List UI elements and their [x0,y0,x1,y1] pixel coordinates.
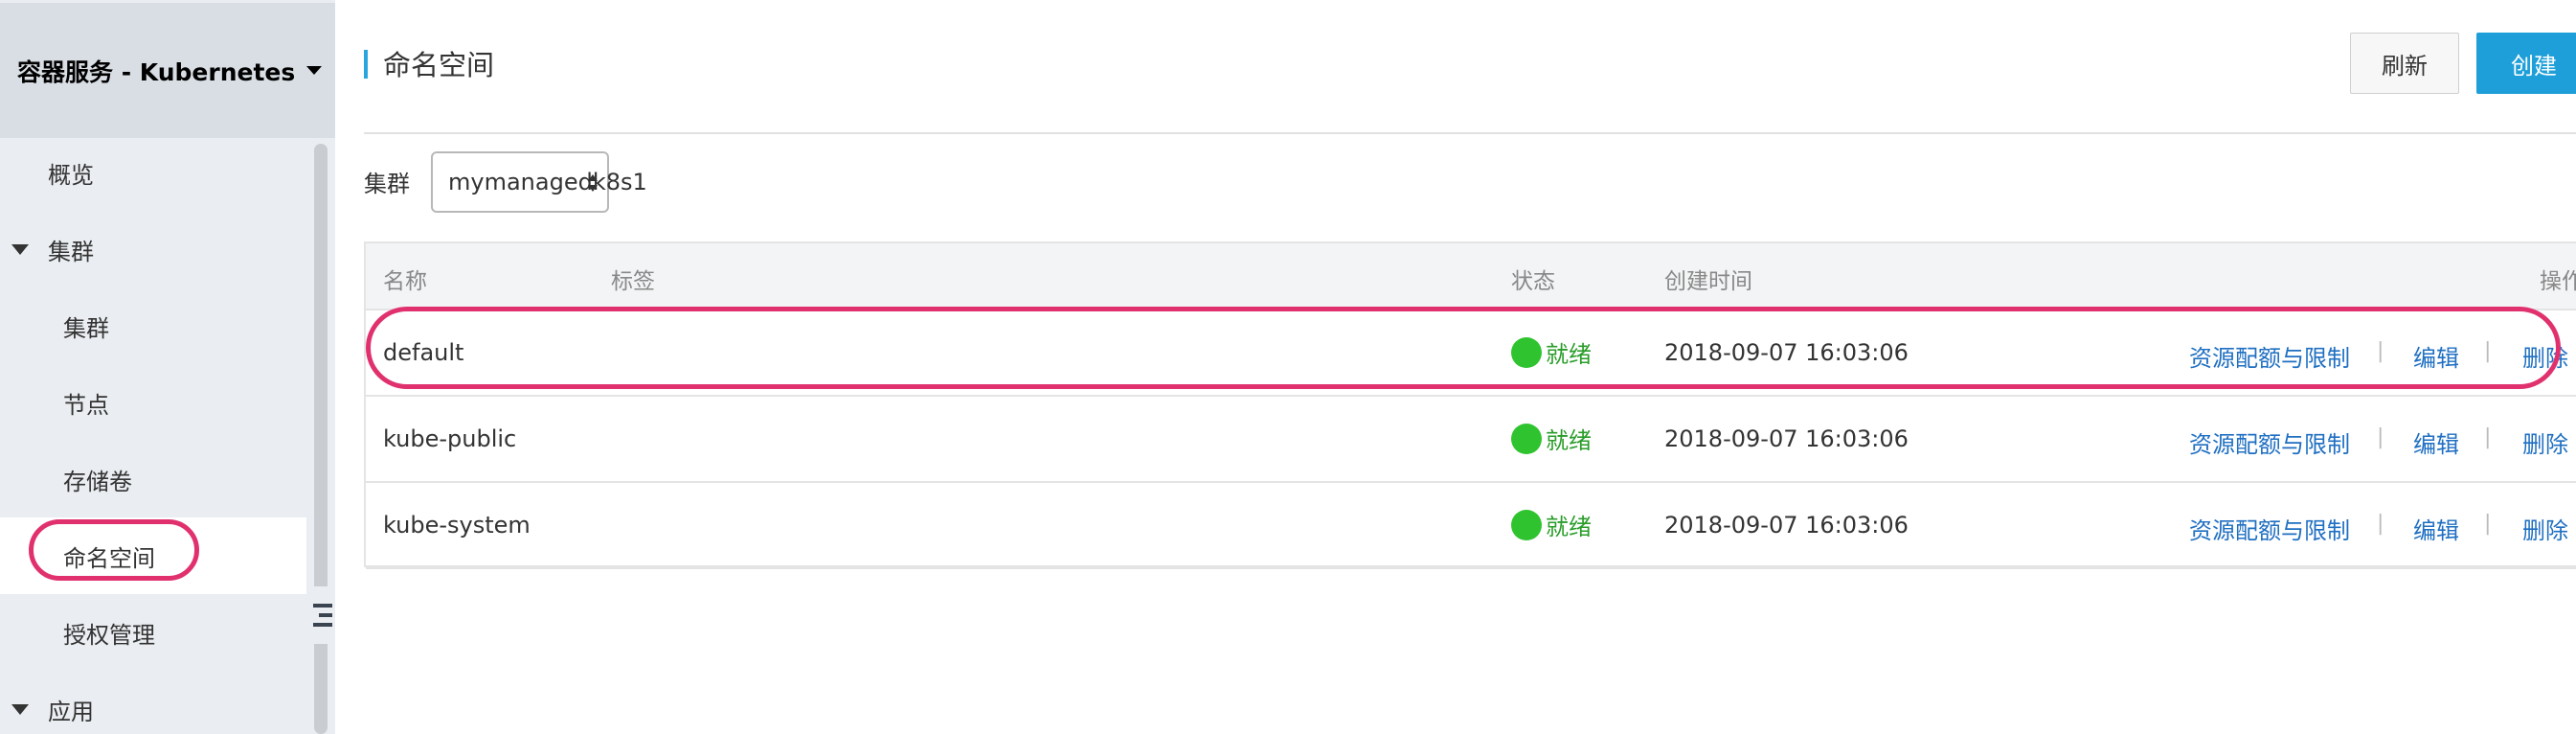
namespace-name: kube-system [383,512,531,539]
column-header-created: 创建时间 [1664,269,1752,294]
edit-link[interactable]: 编辑 [2413,425,2459,459]
cluster-filter-label: 集群 [364,171,410,197]
sidebar-item-nodes[interactable]: 节点 [0,364,306,441]
quota-link[interactable]: 资源配额与限制 [2189,425,2350,459]
sidebar-item-label: 应用 [48,698,94,725]
namespace-table: 名称 标签 状态 创建时间 操作 default 就绪 2018-09-07 1… [364,241,2576,569]
sidebar-collapse-button[interactable] [308,586,335,644]
main-content: 命名空间 刷新 创建 集群 mymanagedk8s1 名称 标签 状态 创建时… [335,0,2576,734]
divider [364,132,2576,134]
cluster-select-value: mymanagedk8s1 [448,169,647,195]
sidebar-item-overview[interactable]: 概览 [0,134,306,211]
action-separator: | [2377,512,2384,536]
status-dot-icon [1511,509,1542,540]
sidebar-item-label: 集群 [63,314,109,342]
table-row: kube-public 就绪 2018-09-07 16:03:06 资源配额与… [366,397,2576,483]
created-time: 2018-09-07 16:03:06 [1664,339,1909,366]
status-text: 就绪 [1546,341,1592,368]
refresh-button[interactable]: 刷新 [2350,33,2459,94]
sidebar-item-label: 命名空间 [63,544,155,572]
table-header: 名称 标签 状态 创建时间 操作 [366,243,2576,310]
action-separator: | [2484,339,2492,363]
sidebar-group-apps[interactable]: 应用 [0,671,306,734]
collapse-menu-icon [313,604,332,627]
column-header-name: 名称 [383,269,427,294]
caret-down-icon [11,703,29,715]
created-time: 2018-09-07 16:03:06 [1664,425,1909,452]
edit-link[interactable]: 编辑 [2413,339,2459,373]
page-title: 命名空间 [383,49,495,81]
sidebar-item-clusters[interactable]: 集群 [0,287,306,364]
action-separator: | [2484,512,2492,536]
column-header-actions: 操作 [2540,269,2576,294]
quota-link[interactable]: 资源配额与限制 [2189,339,2350,373]
namespace-name: default [383,339,464,366]
quota-link[interactable]: 资源配额与限制 [2189,512,2350,545]
column-header-status: 状态 [1511,269,1555,294]
delete-link[interactable]: 删除 [2522,425,2568,459]
sidebar: 容器服务 - Kubernetes 概览 集群 集群 节点 存储卷 命名空间 授… [0,0,335,734]
table-row: kube-system 就绪 2018-09-07 16:03:06 资源配额与… [366,483,2576,569]
title-accent-bar [364,50,368,79]
create-button[interactable]: 创建 [2476,33,2576,94]
sidebar-group-clusters[interactable]: 集群 [0,211,306,287]
product-switcher[interactable]: 容器服务 - Kubernetes [0,3,335,138]
status-dot-icon [1511,336,1542,368]
status-text: 就绪 [1546,514,1592,540]
sidebar-item-label: 集群 [48,238,94,265]
column-header-labels: 标签 [611,269,655,294]
cluster-select[interactable]: mymanagedk8s1 [431,151,647,213]
table-row: default 就绪 2018-09-07 16:03:06 资源配额与限制 |… [366,310,2576,397]
delete-link[interactable]: 删除 [2522,512,2568,545]
product-title: 容器服务 - Kubernetes [17,57,296,86]
status-badge: 就绪 [1511,422,1592,455]
edit-link[interactable]: 编辑 [2413,512,2459,545]
status-text: 就绪 [1546,427,1592,454]
sidebar-item-authorization[interactable]: 授权管理 [0,594,306,671]
select-arrows-icon [588,174,598,194]
created-time: 2018-09-07 16:03:06 [1664,512,1909,539]
sidebar-item-volumes[interactable]: 存储卷 [0,441,306,517]
action-separator: | [2484,425,2492,449]
sidebar-item-label: 存储卷 [63,468,132,495]
caret-down-icon [306,66,323,75]
status-badge: 就绪 [1511,335,1592,369]
caret-down-icon [11,243,29,255]
sidebar-scrollbar-thumb[interactable] [314,144,328,734]
status-badge: 就绪 [1511,508,1592,541]
namespace-name: kube-public [383,425,517,452]
sidebar-item-label: 授权管理 [63,621,155,649]
delete-link[interactable]: 删除 [2522,339,2568,373]
action-separator: | [2377,425,2384,449]
sidebar-item-label: 节点 [63,391,109,419]
action-separator: | [2377,339,2384,363]
sidebar-item-namespaces[interactable]: 命名空间 [0,517,306,594]
status-dot-icon [1511,423,1542,454]
sidebar-item-label: 概览 [48,161,94,189]
